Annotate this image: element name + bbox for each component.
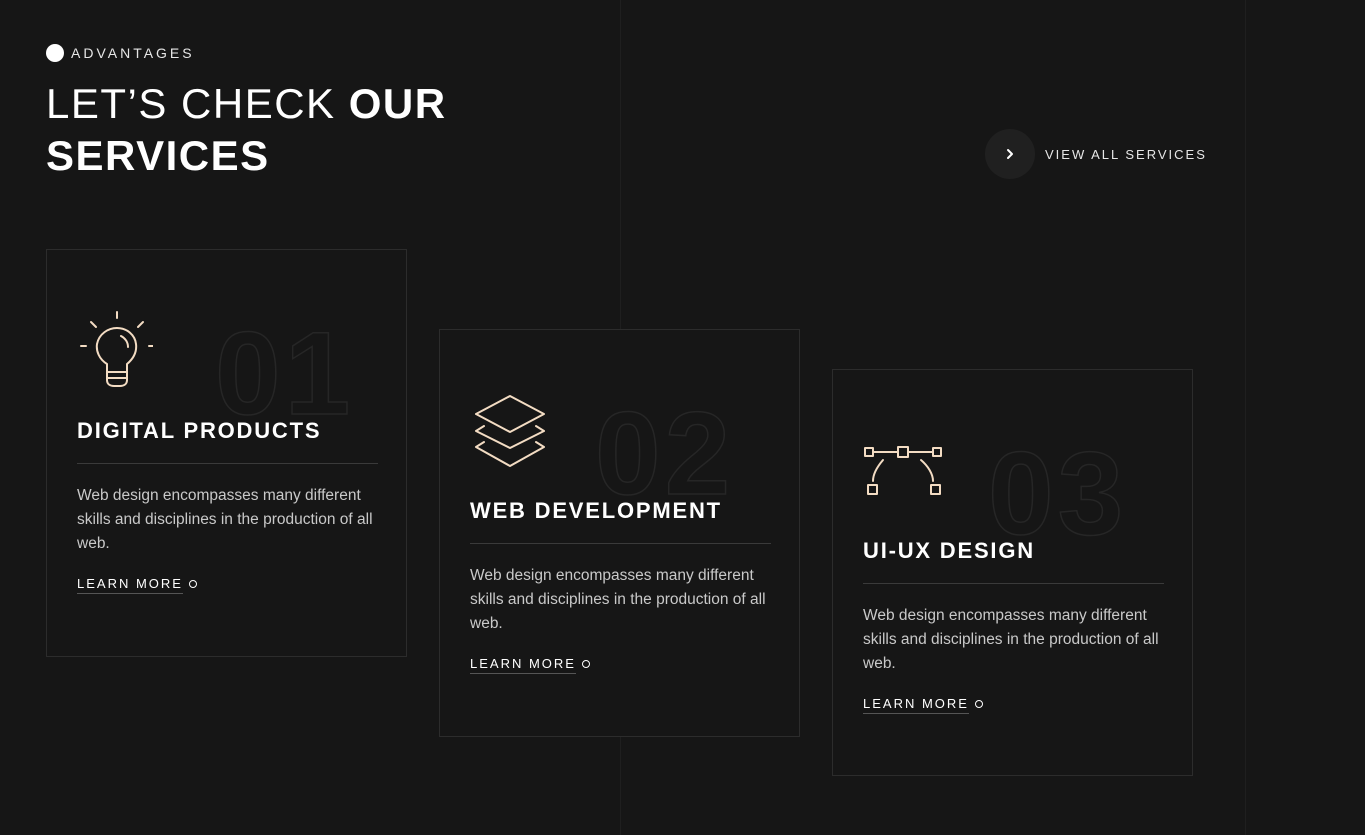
view-all-services-button[interactable]: VIEW ALL SERVICES (985, 129, 1207, 179)
card-title: UI-UX DESIGN (863, 538, 1035, 563)
vector-path-icon (863, 444, 943, 500)
card-divider (470, 543, 771, 544)
heading-bold-2: SERVICES (46, 132, 270, 179)
learn-more-link[interactable]: LEARN MORE (470, 656, 590, 674)
service-card-ui-ux-design: 03 UI-UX DESIGN Web design encompasses m… (832, 369, 1193, 776)
chevron-right-icon (1007, 149, 1013, 159)
circle-icon (974, 700, 983, 708)
eyebrow-label: ADVANTAGES (71, 45, 195, 61)
dot-icon (46, 44, 64, 62)
circle-icon (581, 660, 590, 668)
card-number: 01 (214, 308, 355, 440)
section-heading: LET’S CHECK OUR SERVICES (46, 78, 447, 182)
heading-bold-1: OUR (348, 80, 447, 127)
card-title: WEB DEVELOPMENT (470, 498, 722, 523)
card-number: 03 (987, 428, 1128, 560)
card-divider (863, 583, 1164, 584)
view-all-label[interactable]: VIEW ALL SERVICES (1045, 147, 1207, 162)
learn-more-label[interactable]: LEARN MORE (863, 696, 969, 714)
heading-light: LET’S CHECK (46, 80, 349, 127)
card-description: Web design encompasses many different sk… (863, 607, 1159, 672)
learn-more-link[interactable]: LEARN MORE (77, 576, 197, 594)
layers-icon (470, 394, 546, 470)
learn-more-link[interactable]: LEARN MORE (863, 696, 983, 714)
card-description: Web design encompasses many different sk… (77, 487, 373, 552)
service-card-digital-products: 01 DIGITAL PRODUCTS Web design encompass… (46, 249, 407, 657)
view-all-circle[interactable] (985, 129, 1035, 179)
card-description: Web design encompasses many different sk… (470, 567, 766, 632)
learn-more-label[interactable]: LEARN MORE (470, 656, 576, 674)
card-divider (77, 463, 378, 464)
section-eyebrow: ADVANTAGES (46, 44, 195, 62)
lightbulb-icon (77, 310, 155, 392)
card-title: DIGITAL PRODUCTS (77, 418, 322, 443)
card-number: 02 (594, 388, 735, 520)
service-card-web-development: 02 WEB DEVELOPMENT Web design encompasse… (439, 329, 800, 737)
circle-icon (188, 580, 197, 588)
learn-more-label[interactable]: LEARN MORE (77, 576, 183, 594)
grid-line (1245, 0, 1246, 835)
